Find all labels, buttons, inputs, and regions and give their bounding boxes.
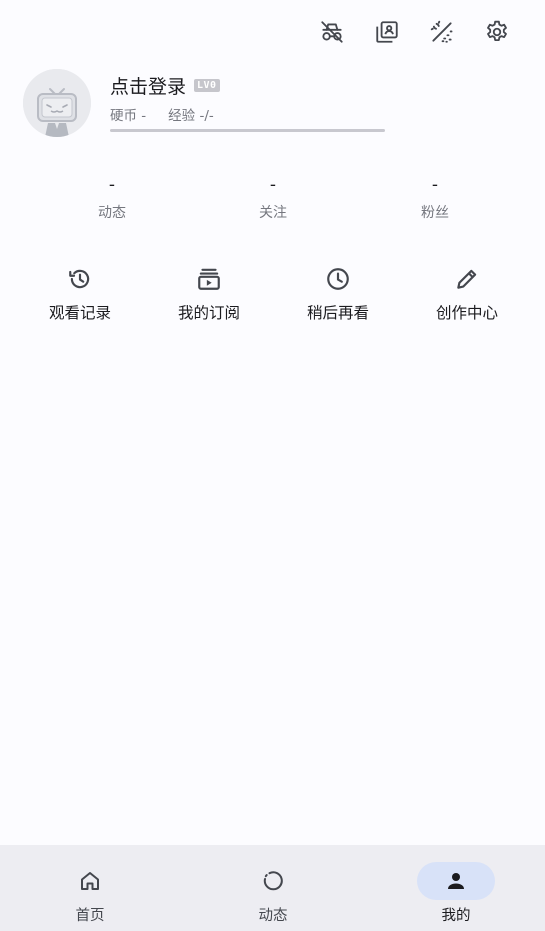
avatar[interactable] (23, 69, 91, 137)
shortcut-label: 我的订阅 (177, 304, 240, 322)
count-followers[interactable]: - 粉丝 (385, 172, 485, 222)
shortcut-label: 创作中心 (435, 304, 498, 322)
incognito-icon[interactable] (318, 18, 346, 46)
history-icon (69, 269, 90, 289)
nav-pill (51, 862, 129, 900)
person-icon (448, 873, 464, 889)
nav-label: 我的 (441, 908, 471, 924)
shortcut-creator-center[interactable]: 创作中心 (417, 266, 517, 323)
count-value: - (108, 175, 116, 195)
nav-mine[interactable]: 我的 (406, 845, 506, 931)
shortcut-label: 稍后再看 (306, 304, 369, 322)
count-label: 粉丝 (421, 205, 449, 221)
nav-label: 首页 (75, 908, 105, 924)
login-prompt[interactable]: 点击登录 LV0 (110, 72, 220, 99)
exp-label: 经验 -/- (168, 108, 214, 124)
shortcut-watch-later[interactable]: 稍后再看 (288, 266, 388, 323)
home-icon (81, 872, 99, 890)
collection-icon[interactable] (373, 18, 401, 46)
nav-pill-active (417, 862, 495, 900)
clock-icon (327, 268, 349, 290)
count-label: 动态 (98, 205, 126, 221)
refresh-icon (263, 871, 283, 891)
user-stats: 硬币 - 经验 -/- (110, 104, 214, 124)
theme-icon[interactable] (428, 18, 456, 46)
login-label[interactable]: 点击登录 (110, 72, 186, 99)
shortcut-label: 观看记录 (48, 304, 111, 322)
count-label: 关注 (259, 205, 287, 221)
nav-pill (234, 862, 312, 900)
pencil-icon (457, 269, 477, 289)
subscription-icon (198, 268, 220, 290)
top-action-bar (318, 18, 511, 46)
nav-home[interactable]: 首页 (40, 845, 140, 931)
nav-dynamic[interactable]: 动态 (223, 845, 323, 931)
bottom-navigation: 首页 动态 我的 (0, 845, 545, 931)
count-value: - (269, 175, 277, 195)
mine-page: 点击登录 LV0 硬币 - 经验 -/- - 动态 - 关注 - 粉丝 观看记录 (0, 0, 545, 931)
exp-progress-bar (110, 129, 385, 132)
shortcut-history[interactable]: 观看记录 (30, 266, 130, 323)
nav-label: 动态 (258, 908, 288, 924)
count-value: - (431, 175, 439, 195)
level-badge: LV0 (194, 79, 220, 92)
count-dynamic[interactable]: - 动态 (62, 172, 162, 222)
shortcut-subscription[interactable]: 我的订阅 (159, 266, 259, 323)
settings-icon[interactable] (483, 18, 511, 46)
user-counts: - 动态 - 关注 - 粉丝 (0, 172, 545, 232)
coins-label: 硬币 - (110, 108, 147, 124)
count-following[interactable]: - 关注 (223, 172, 323, 222)
